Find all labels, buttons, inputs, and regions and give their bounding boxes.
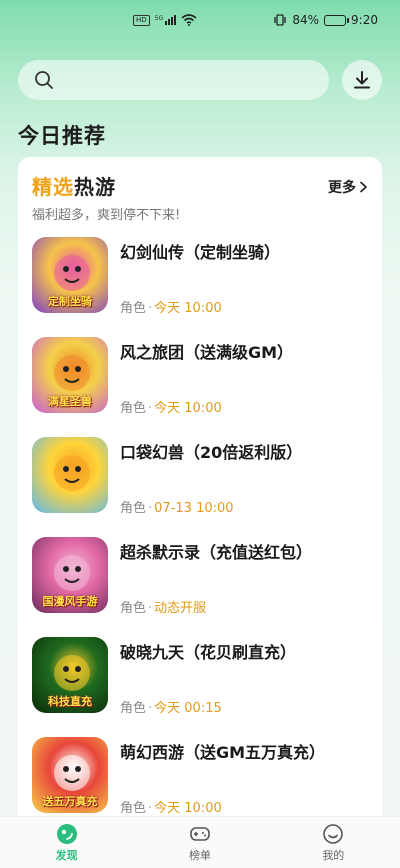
game-meta: 角色 · 今天 00:15 xyxy=(120,697,222,716)
status-bar: HD 5G 84% 9:20 xyxy=(0,0,400,40)
game-category: 角色 xyxy=(120,301,147,316)
game-category: 角色 xyxy=(120,401,147,416)
game-name[interactable]: 超杀默示录（充值送红包） xyxy=(120,539,312,563)
status-right: 84% 9:20 xyxy=(273,13,378,27)
hd-badge: HD xyxy=(133,14,150,26)
section-title: 今日推荐 xyxy=(18,124,106,148)
game-open-time: 动态开服 xyxy=(154,601,207,616)
vibrate-icon xyxy=(274,14,287,26)
game-name[interactable]: 萌幻西游（送GM五万真充） xyxy=(120,739,325,763)
game-list-item[interactable]: 送五万真充 萌幻西游（送GM五万真充） 角色 · 今天 10:00 xyxy=(32,737,368,817)
card-title-accent: 精选 xyxy=(32,175,74,199)
game-list-item[interactable]: 科技直充 破晓九天（花贝刷直充） 角色 · 今天 00:15 xyxy=(32,637,368,737)
game-icon[interactable]: 国漫风手游 xyxy=(32,537,108,613)
card-header: 精选热游 福利超多，爽到停不下来! 更多 xyxy=(32,171,368,223)
search-box[interactable] xyxy=(18,60,329,100)
game-icon-label: 送五万真充 xyxy=(42,795,98,808)
game-icon[interactable]: 送五万真充 xyxy=(32,737,108,813)
game-art-icon xyxy=(54,455,90,491)
game-meta: 角色 · 今天 10:00 xyxy=(120,797,222,816)
game-icon-label: 科技直充 xyxy=(48,695,92,708)
clock: 9:20 xyxy=(351,13,378,27)
discover-icon xyxy=(56,823,78,845)
wifi-icon xyxy=(181,14,197,26)
game-name[interactable]: 破晓九天（花贝刷直充） xyxy=(120,639,296,663)
meta-separator: · xyxy=(148,401,153,416)
game-icon[interactable]: 定制坐骑 xyxy=(32,237,108,313)
game-category: 角色 xyxy=(120,701,147,716)
game-meta: 角色 · 今天 10:00 xyxy=(120,297,222,316)
card-title-rest: 热游 xyxy=(74,175,116,199)
nav-item-gamepad[interactable]: 榜单 xyxy=(133,817,266,868)
gamepad-icon xyxy=(189,823,211,845)
nav-label: 榜单 xyxy=(188,848,211,862)
bottom-nav: 发现 榜单 我的 xyxy=(0,816,400,868)
chevron-right-icon xyxy=(360,181,367,193)
meta-separator: · xyxy=(148,801,153,816)
meta-separator: · xyxy=(148,701,153,716)
search-row xyxy=(18,60,382,100)
game-open-time: 今天 10:00 xyxy=(154,801,222,816)
search-icon xyxy=(35,71,53,89)
nav-item-smiley[interactable]: 我的 xyxy=(267,817,400,868)
meta-separator: · xyxy=(148,301,153,316)
game-category: 角色 xyxy=(120,501,147,516)
card-subtitle: 福利超多，爽到停不下来! xyxy=(32,208,181,223)
game-meta: 角色 · 07-13 10:00 xyxy=(120,497,234,516)
game-list-item[interactable]: 定制坐骑 幻剑仙传（定制坐骑） 角色 · 今天 10:00 xyxy=(32,237,368,337)
more-link[interactable]: 更多 xyxy=(328,177,368,197)
game-meta: 角色 · 今天 10:00 xyxy=(120,397,222,416)
game-icon-label: 定制坐骑 xyxy=(48,295,92,308)
game-icon-label: 满星圣兽 xyxy=(48,395,92,408)
game-icon-label: 国漫风手游 xyxy=(42,595,98,608)
meta-separator: · xyxy=(148,501,153,516)
game-icon[interactable]: 满星圣兽 xyxy=(32,337,108,413)
network-indicators: HD 5G xyxy=(133,14,197,26)
game-meta: 角色 · 动态开服 xyxy=(120,597,206,616)
search-input[interactable] xyxy=(62,65,329,95)
game-list-item[interactable]: 口袋幻兽（20倍返利版） 角色 · 07-13 10:00 xyxy=(32,437,368,537)
download-button[interactable] xyxy=(342,60,382,100)
battery-icon xyxy=(324,14,350,26)
game-list: 定制坐骑 幻剑仙传（定制坐骑） 角色 · 今天 10:00 满星圣兽 风之旅团（送满… xyxy=(32,237,368,817)
nav-item-discover[interactable]: 发现 xyxy=(0,817,133,868)
battery-percent: 84% xyxy=(292,13,320,27)
game-name[interactable]: 幻剑仙传（定制坐骑） xyxy=(120,239,280,263)
card-title: 精选热游 xyxy=(32,171,368,200)
meta-separator: · xyxy=(148,601,153,616)
game-name[interactable]: 风之旅团（送满级GM） xyxy=(120,339,293,363)
signal-icon: 5G xyxy=(154,15,177,25)
more-label: 更多 xyxy=(328,180,356,196)
game-open-time: 今天 10:00 xyxy=(154,401,222,416)
smiley-icon xyxy=(322,823,344,845)
game-open-time: 今天 00:15 xyxy=(154,701,222,716)
game-list-item[interactable]: 满星圣兽 风之旅团（送满级GM） 角色 · 今天 10:00 xyxy=(32,337,368,437)
game-category: 角色 xyxy=(120,801,147,816)
game-open-time: 07-13 10:00 xyxy=(154,501,234,516)
game-icon[interactable] xyxy=(32,437,108,513)
signal-label: 5G xyxy=(154,15,164,22)
game-open-time: 今天 10:00 xyxy=(154,301,222,316)
game-list-item[interactable]: 国漫风手游 超杀默示录（充值送红包） 角色 · 动态开服 xyxy=(32,537,368,637)
nav-label: 我的 xyxy=(322,848,345,862)
game-category: 角色 xyxy=(120,601,147,616)
game-icon[interactable]: 科技直充 xyxy=(32,637,108,713)
nav-label: 发现 xyxy=(55,848,78,862)
download-icon xyxy=(354,71,370,89)
featured-games-card: 精选热游 福利超多，爽到停不下来! 更多 定制坐骑 幻剑仙传（定制坐骑） 角色 ·… xyxy=(18,157,382,817)
game-name[interactable]: 口袋幻兽（20倍返利版） xyxy=(120,439,302,463)
